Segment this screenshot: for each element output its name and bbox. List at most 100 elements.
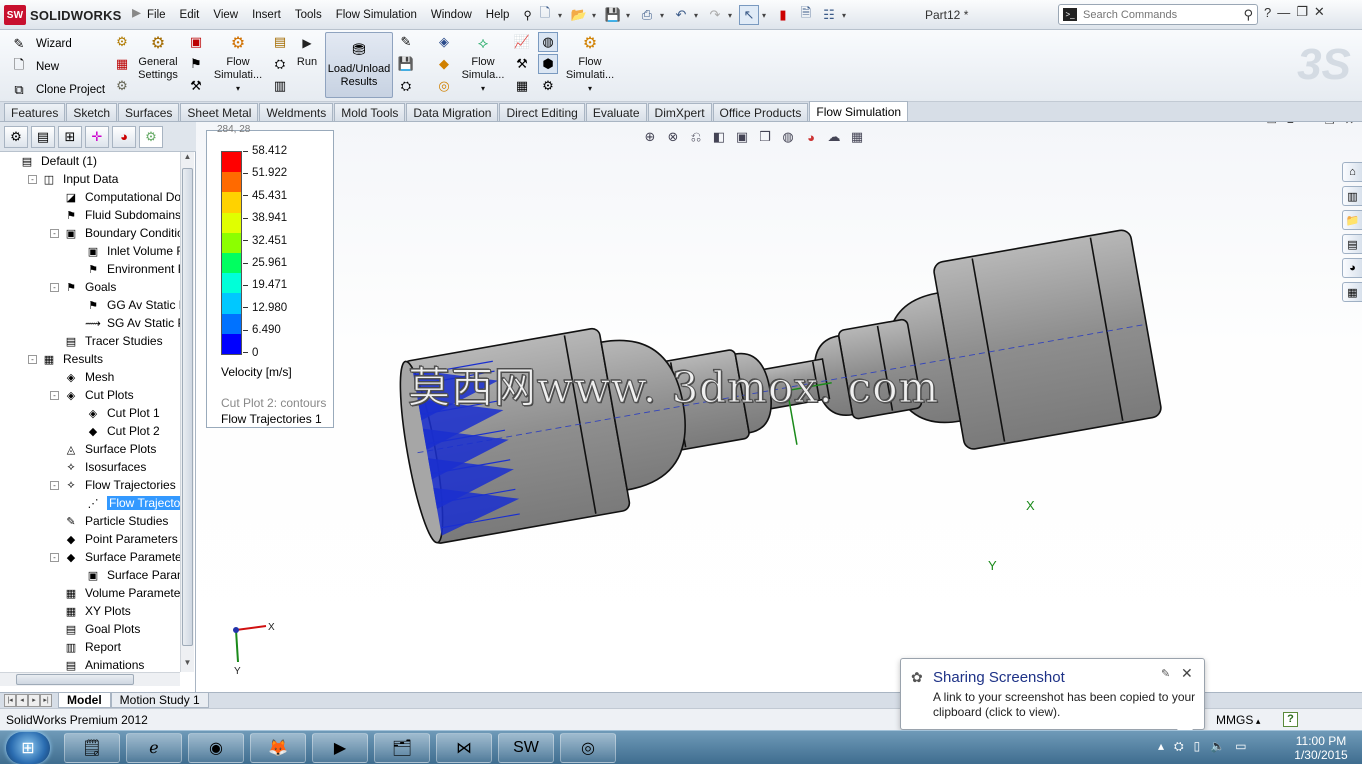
results-tools-icon[interactable]: ✎: [396, 32, 416, 52]
taskbar-app-icon[interactable]: ◎: [560, 733, 616, 763]
tray-show-hidden-icon[interactable]: ▴: [1158, 739, 1164, 754]
flow-simulation-results-button[interactable]: ⟡ Flow Simula... ▾: [458, 32, 508, 95]
options-dropdown-icon[interactable]: ▾: [842, 11, 850, 20]
select-dropdown-icon[interactable]: ▾: [762, 11, 770, 20]
tree-item-flow-trajectories[interactable]: - ⟡ Flow Trajectories: [50, 476, 176, 494]
first-tab-arrow-icon[interactable]: |◂: [4, 694, 16, 707]
cut-plot-icon[interactable]: ◈: [434, 32, 454, 52]
property-manager-tab-icon[interactable]: ▤: [31, 125, 55, 148]
menu-flow-simulation[interactable]: Flow Simulation: [329, 9, 424, 21]
print-icon[interactable]: ⎙: [637, 5, 657, 25]
scroll-thumb[interactable]: [182, 168, 193, 646]
tray-network-share-icon[interactable]: ⛭: [1174, 739, 1184, 754]
hide-show-items-icon[interactable]: ◍: [779, 128, 797, 146]
display-manager-tab-icon[interactable]: ◕: [112, 125, 136, 148]
tree-item-volume-parameters[interactable]: ▦ Volume Parameters: [50, 584, 180, 602]
configuration-manager-tab-icon[interactable]: ⊞: [58, 125, 82, 148]
menu-tools[interactable]: Tools: [288, 9, 329, 21]
tray-display-icon[interactable]: ▭: [1235, 739, 1246, 754]
general-settings-button[interactable]: ⚙ General Settings: [136, 32, 180, 82]
taskbar-chrome-icon[interactable]: ◉: [188, 733, 244, 763]
tree-vertical-scrollbar[interactable]: ▲ ▼: [180, 152, 194, 672]
tab-direct-editing[interactable]: Direct Editing: [499, 103, 585, 121]
project-tree-icon[interactable]: ⚙: [112, 32, 132, 52]
tab-sketch[interactable]: Sketch: [66, 103, 118, 121]
tree-item-input-data[interactable]: - ◫ Input Data: [28, 170, 118, 188]
redo-dropdown-icon[interactable]: ▾: [728, 11, 736, 20]
scroll-up-arrow-icon[interactable]: ▲: [181, 152, 194, 166]
view-settings-icon[interactable]: ▦: [848, 128, 866, 146]
tab-features[interactable]: Features: [4, 103, 66, 121]
tree-item-point-parameters[interactable]: ◆ Point Parameters: [50, 530, 178, 548]
tree-expander-icon[interactable]: -: [50, 228, 59, 238]
tray-volume-icon[interactable]: 🔈: [1210, 739, 1225, 754]
help-button[interactable]: ?: [1264, 5, 1271, 20]
new-dropdown-icon[interactable]: ▾: [558, 11, 566, 20]
monitor-icon[interactable]: ▥: [270, 76, 290, 96]
flow-simulation-feature-button[interactable]: ⚙ Flow Simulati... ▾: [210, 32, 266, 95]
flow-simulation-display-button[interactable]: ⚙ Flow Simulati... ▾: [562, 32, 618, 95]
close-button[interactable]: ✕: [1314, 4, 1325, 20]
tree-item-inlet-volume-flo[interactable]: ▣ Inlet Volume Flo: [72, 242, 180, 260]
notification-body[interactable]: A link to your screenshot has been copie…: [933, 690, 1198, 720]
load-unload-results-button[interactable]: ⛃ Load/Unload Results: [325, 32, 393, 98]
view-palette-icon[interactable]: ▤: [1342, 234, 1362, 254]
flow-simulation-analysis-tree-tab-icon[interactable]: ⚙: [139, 125, 163, 148]
notification-pin-icon[interactable]: ✎: [1161, 667, 1170, 680]
solidworks-logo[interactable]: SW SOLIDWORKS: [4, 4, 128, 26]
apply-scene-icon[interactable]: ☁: [825, 128, 843, 146]
display-toggle-2-icon[interactable]: ⬢: [538, 54, 558, 74]
save-results-icon[interactable]: 💾: [396, 54, 416, 74]
options-icon[interactable]: ☷: [819, 5, 839, 25]
design-library-icon[interactable]: ▥: [1342, 186, 1362, 206]
tree-item-goal-plots[interactable]: ▤ Goal Plots: [50, 620, 141, 638]
rebuild-traffic-light-icon[interactable]: ▮: [773, 5, 793, 25]
print-dropdown-icon[interactable]: ▾: [660, 11, 668, 20]
display-toggle-1-icon[interactable]: ◍: [538, 32, 558, 52]
horizontal-scroll-thumb[interactable]: [16, 674, 134, 685]
component-control-icon[interactable]: ▦: [112, 54, 132, 74]
view-orientation-icon[interactable]: ▣: [733, 128, 751, 146]
undo-dropdown-icon[interactable]: ▾: [694, 11, 702, 20]
next-tab-arrow-icon[interactable]: ▸: [28, 694, 40, 707]
tree-item-surface-parameters[interactable]: -◆ Surface Parameters: [50, 548, 180, 566]
taskbar-clock[interactable]: 11:00 PM 1/30/2015: [1286, 734, 1356, 762]
taskbar-media-player-icon[interactable]: ▶: [312, 733, 368, 763]
taskbar-sticky-notes-icon[interactable]: 🗒: [64, 733, 120, 763]
tree-item-environment-pr[interactable]: ⚑ Environment Pr: [72, 260, 180, 278]
viewport-minimize-icon[interactable]: —: [1304, 122, 1315, 127]
tab-weldments[interactable]: Weldments: [259, 103, 334, 121]
viewport-restore-icon[interactable]: ❐: [1325, 122, 1335, 127]
tree-item-tracer-studies[interactable]: ▤ Tracer Studies: [50, 332, 163, 350]
viewport-close-icon[interactable]: ✕: [1345, 122, 1354, 127]
tree-expander-icon[interactable]: -: [50, 552, 59, 562]
surface-plot-icon[interactable]: ◆: [434, 54, 454, 74]
file-explorer-icon[interactable]: 📁: [1342, 210, 1362, 230]
wizard-button[interactable]: ✎ Wizard: [10, 32, 105, 55]
tree-item-surface-parame[interactable]: ▣ Surface Parame: [72, 566, 180, 584]
scroll-down-arrow-icon[interactable]: ▼: [181, 658, 194, 672]
undo-icon[interactable]: ↶: [671, 5, 691, 25]
new-project-button[interactable]: 🗋 New: [10, 55, 105, 78]
tree-item-fluid-subdomains[interactable]: ⚑ Fluid Subdomains: [50, 206, 180, 224]
section-view-icon[interactable]: ◧: [710, 128, 728, 146]
tab-surfaces[interactable]: Surfaces: [118, 103, 180, 121]
menu-file[interactable]: File: [140, 9, 173, 21]
calculation-control-icon[interactable]: ⚙: [112, 76, 132, 96]
redo-icon[interactable]: ↷: [705, 5, 725, 25]
tab-motion-study-1[interactable]: Motion Study 1: [110, 693, 209, 708]
xy-plot-icon[interactable]: 📈: [512, 32, 532, 52]
dimxpert-manager-tab-icon[interactable]: ✛: [85, 125, 109, 148]
last-tab-arrow-icon[interactable]: ▸|: [40, 694, 52, 707]
tray-battery-icon[interactable]: ▯: [1194, 739, 1201, 754]
tab-data-migration[interactable]: Data Migration: [406, 103, 499, 121]
taskbar-internet-explorer-icon[interactable]: ℯ: [126, 733, 182, 763]
open-folder-icon[interactable]: 📂: [569, 5, 589, 25]
tree-item-default-1[interactable]: ▤ Default (1): [6, 152, 97, 170]
batch-run-icon[interactable]: ⛭: [270, 54, 290, 74]
tree-item-xy-plots[interactable]: ▦ XY Plots: [50, 602, 131, 620]
prev-tab-arrow-icon[interactable]: ◂: [16, 694, 28, 707]
appearances-icon[interactable]: ◕: [1342, 258, 1362, 278]
file-properties-icon[interactable]: 🗎: [796, 5, 816, 25]
minimize-button[interactable]: —: [1277, 5, 1290, 20]
